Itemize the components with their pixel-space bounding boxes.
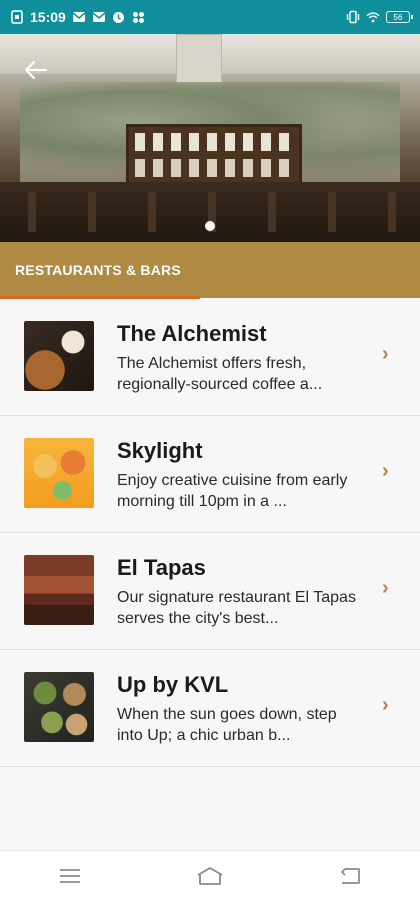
list-item[interactable]: The Alchemist The Alchemist offers fresh… xyxy=(0,299,420,416)
thumbnail-image xyxy=(24,555,94,625)
hero-beam xyxy=(176,34,222,86)
item-description: Enjoy creative cuisine from early mornin… xyxy=(117,472,348,510)
restaurant-list: The Alchemist The Alchemist offers fresh… xyxy=(0,299,420,767)
item-title: El Tapas xyxy=(117,555,206,580)
list-item[interactable]: El Tapas Our signature restaurant El Tap… xyxy=(0,533,420,650)
status-time: 15:09 xyxy=(30,9,66,25)
hero-image[interactable] xyxy=(0,34,420,242)
item-description: When the sun goes down, step into Up; a … xyxy=(117,706,337,744)
chevron-right-icon[interactable]: › xyxy=(382,694,389,717)
thumbnail-image xyxy=(24,321,94,391)
home-icon[interactable] xyxy=(190,856,230,896)
item-description: Our signature restaurant El Tapas serves… xyxy=(117,589,356,627)
battery-icon: 56 xyxy=(386,11,413,23)
item-description: The Alchemist offers fresh, regionally-s… xyxy=(117,355,323,393)
system-nav-bar xyxy=(0,850,420,900)
menu-icon[interactable] xyxy=(50,856,90,896)
item-title: The Alchemist xyxy=(117,321,267,346)
mail-icon xyxy=(92,10,106,24)
status-bar: 15:09 56 xyxy=(0,0,420,34)
section-title: RESTAURANTS & BARS xyxy=(15,262,181,278)
mail-icon xyxy=(72,10,86,24)
chevron-right-icon[interactable]: › xyxy=(382,577,389,600)
carousel-dot[interactable] xyxy=(205,221,215,231)
thumbnail-image xyxy=(24,672,94,742)
battery-level: 56 xyxy=(393,12,403,22)
grid-icon xyxy=(132,10,146,24)
back-icon[interactable] xyxy=(330,856,370,896)
thumbnail-image xyxy=(24,438,94,508)
hero-shelf xyxy=(126,124,302,186)
list-item[interactable]: Skylight Enjoy creative cuisine from ear… xyxy=(0,416,420,533)
back-arrow-icon[interactable] xyxy=(22,56,50,84)
list-item[interactable]: Up by KVL When the sun goes down, step i… xyxy=(0,650,420,767)
sim-card-icon xyxy=(10,10,24,24)
chevron-right-icon[interactable]: › xyxy=(382,343,389,366)
clock-icon xyxy=(112,10,126,24)
chevron-right-icon[interactable]: › xyxy=(382,460,389,483)
item-title: Up by KVL xyxy=(117,672,229,697)
section-header: RESTAURANTS & BARS xyxy=(0,242,420,298)
wifi-icon xyxy=(366,10,380,24)
vibrate-icon xyxy=(346,10,360,24)
item-title: Skylight xyxy=(117,438,203,463)
